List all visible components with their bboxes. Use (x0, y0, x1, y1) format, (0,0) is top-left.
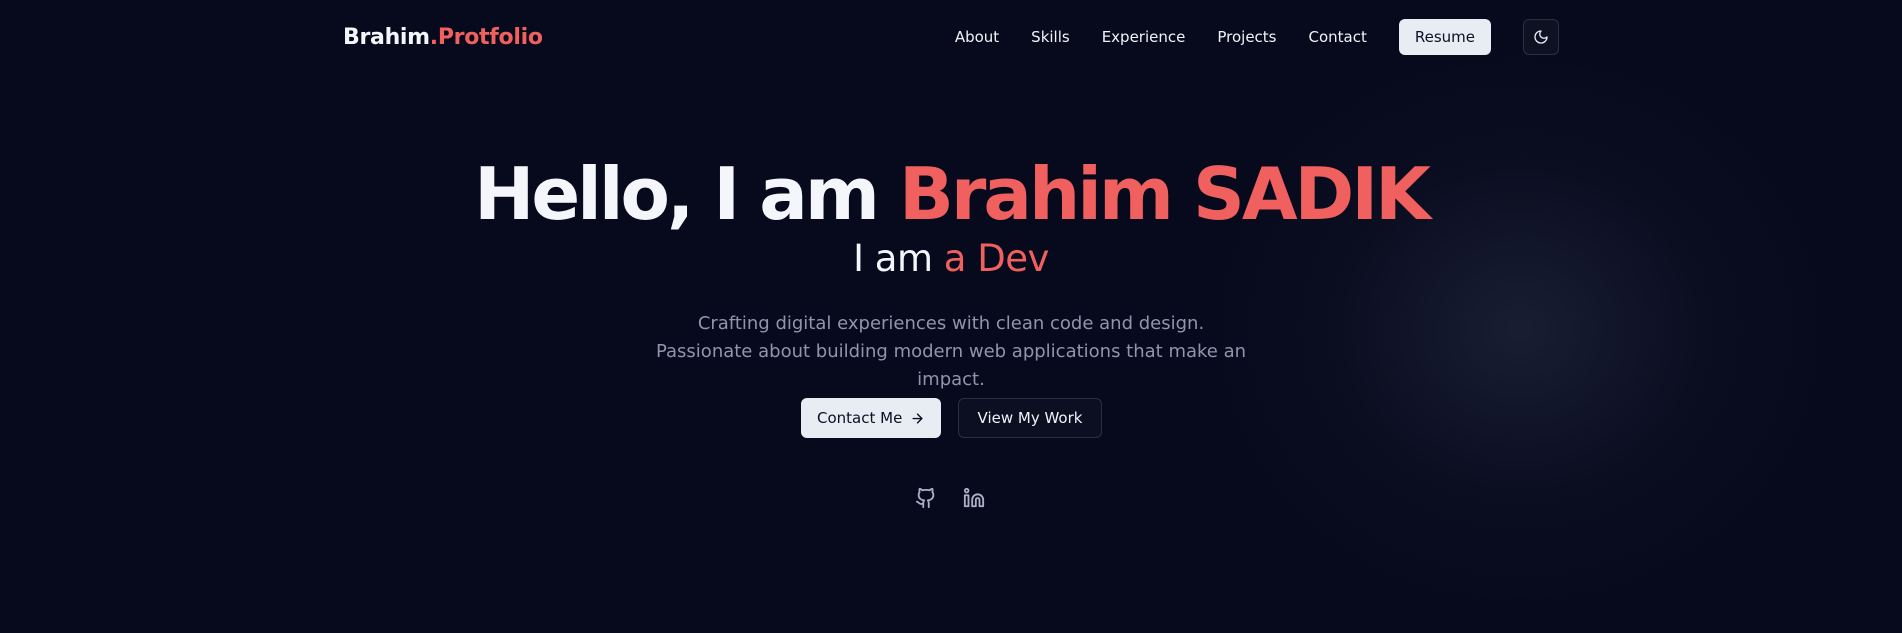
theme-toggle-button[interactable] (1523, 19, 1559, 55)
view-my-work-button[interactable]: View My Work (958, 398, 1102, 438)
github-link[interactable] (913, 485, 939, 511)
hero-name: Brahim SADIK (898, 152, 1431, 236)
social-links (913, 485, 987, 511)
brand-name: Brahim (343, 24, 430, 50)
moon-icon (1534, 30, 1548, 44)
brand-suffix: .Protfolio (429, 24, 543, 50)
resume-button[interactable]: Resume (1398, 19, 1491, 55)
hero-subtitle: I am a Dev (0, 236, 1902, 282)
contact-me-button[interactable]: Contact Me (801, 398, 941, 438)
top-navbar: Brahim.Protfolio About Skills Experience… (343, 18, 1559, 56)
brand-logo[interactable]: Brahim.Protfolio (343, 25, 543, 50)
nav-link-experience[interactable]: Experience (1102, 28, 1186, 46)
hero-description: Crafting digital experiences with clean … (655, 313, 1247, 390)
contact-me-label: Contact Me (817, 409, 903, 427)
cta-buttons: Contact Me View My Work (801, 398, 1102, 438)
github-icon (915, 487, 935, 509)
hero-greeting: Hello, I am (474, 152, 899, 236)
linkedin-icon (963, 487, 985, 508)
nav-link-contact[interactable]: Contact (1309, 28, 1367, 46)
linkedin-link[interactable] (961, 485, 987, 511)
nav-menu: About Skills Experience Projects Contact… (955, 19, 1559, 55)
nav-link-about[interactable]: About (955, 28, 999, 46)
nav-link-projects[interactable]: Projects (1217, 28, 1276, 46)
hero-sub-role: a Dev (943, 237, 1050, 280)
page: Brahim.Protfolio About Skills Experience… (0, 0, 1902, 633)
hero-sub-prefix: I am (853, 237, 944, 280)
hero-title: Hello, I am Brahim SADIK (0, 152, 1902, 236)
arrow-right-icon (912, 412, 923, 424)
nav-link-skills[interactable]: Skills (1031, 28, 1070, 46)
